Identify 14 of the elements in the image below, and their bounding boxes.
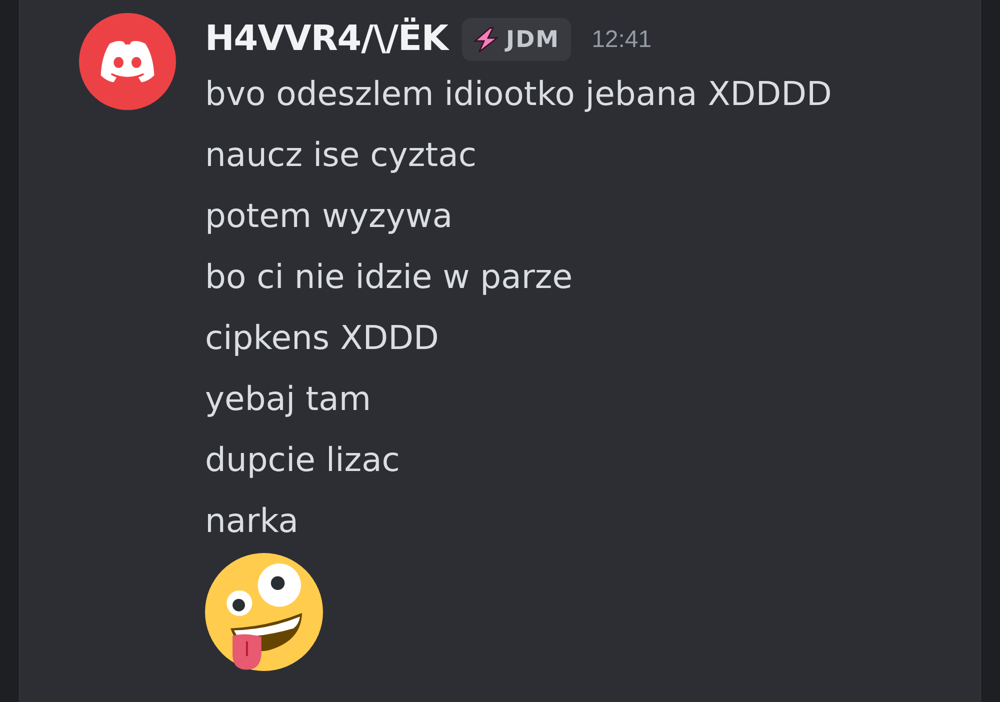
lightning-icon — [472, 26, 500, 52]
message-text: bvo odeszlem idiootko jebana XDDDD — [205, 73, 832, 115]
silly-face-emoji-icon — [205, 553, 323, 671]
message-text: cipkens XDDD — [205, 317, 440, 359]
timestamp: 12:41 — [592, 26, 652, 54]
tag-label: JDM — [506, 26, 560, 52]
message-text: bo ci nie idzie w parze — [205, 256, 574, 298]
username[interactable]: H4VVR4/\/ËK — [205, 18, 448, 61]
message-text: potem wyzywa — [205, 195, 454, 237]
message-text: narka — [205, 500, 300, 542]
avatar-icon[interactable] — [79, 13, 176, 110]
message-text: yebaj tam — [205, 378, 372, 420]
message-text: dupcie lizac — [205, 439, 401, 481]
message-text: naucz ise cyztac — [205, 134, 478, 176]
